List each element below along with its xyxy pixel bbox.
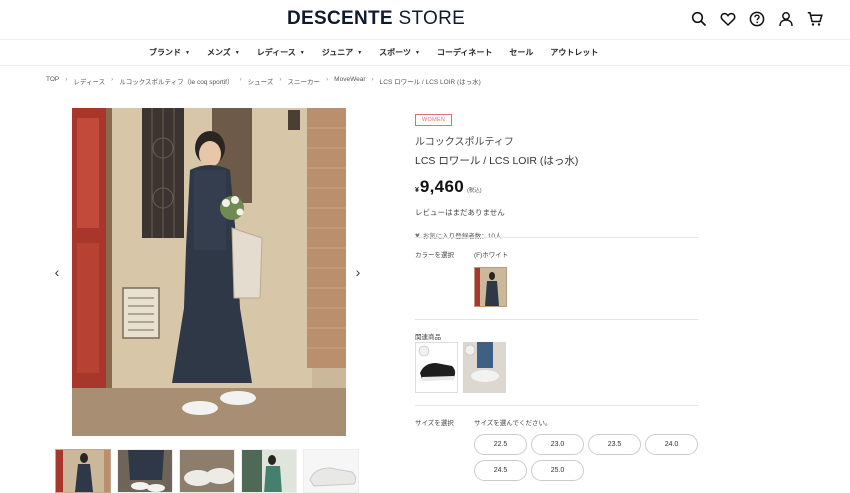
review-status: レビューはまだありません bbox=[415, 208, 505, 217]
breadcrumb-separator: › bbox=[326, 76, 329, 83]
help-icon[interactable] bbox=[748, 10, 766, 28]
thumbnail[interactable] bbox=[179, 449, 235, 493]
nav-item-junior[interactable]: ジュニア ▼ bbox=[322, 47, 362, 58]
thumbnail[interactable] bbox=[55, 449, 111, 493]
heart-icon[interactable] bbox=[719, 10, 737, 28]
favorites-text: お気に入り登録者数：10人 bbox=[423, 230, 502, 240]
size-prompt: サイズを選んでください。 bbox=[474, 420, 552, 427]
product-price: 9,460 bbox=[419, 177, 464, 196]
nav-item-sale[interactable]: セール bbox=[509, 47, 533, 58]
nav-item-label: スポーツ bbox=[379, 48, 411, 57]
breadcrumb-item[interactable]: レディース bbox=[73, 76, 105, 86]
gender-badge: WOMEN bbox=[415, 114, 453, 126]
size-option[interactable]: 22.5 bbox=[474, 434, 527, 455]
gallery-next-button[interactable]: › bbox=[352, 264, 364, 280]
nav-item-outlet[interactable]: アウトレット bbox=[550, 47, 598, 58]
nav-item-label: コーディネート bbox=[436, 48, 493, 57]
chevron-down-icon: ▼ bbox=[299, 50, 305, 56]
logo-brand: DESCENTE bbox=[287, 8, 393, 29]
selected-color: (F)ホワイト bbox=[474, 252, 509, 259]
thumbnail[interactable] bbox=[117, 449, 173, 493]
nav-item-coordinate[interactable]: コーディネート bbox=[437, 47, 492, 58]
logo-store: STORE bbox=[398, 8, 466, 29]
chevron-down-icon: ▼ bbox=[234, 50, 240, 56]
related-label: 関連商品 bbox=[415, 334, 441, 341]
size-option[interactable]: 24.0 bbox=[645, 434, 698, 455]
nav-item-label: ジュニア bbox=[321, 48, 354, 57]
chevron-down-icon: ▼ bbox=[415, 50, 420, 56]
product-brand[interactable]: ルコックスポルティフ bbox=[415, 133, 815, 148]
price-row: ¥ 9,460 (税込) bbox=[415, 177, 815, 197]
size-label: サイズを選択 bbox=[415, 420, 454, 427]
breadcrumb-item[interactable]: MoveWear bbox=[334, 76, 365, 86]
size-option[interactable]: 23.0 bbox=[531, 434, 584, 455]
divider bbox=[415, 319, 699, 320]
cart-icon[interactable] bbox=[806, 10, 824, 28]
breadcrumb-separator: › bbox=[111, 76, 114, 83]
nav-item-label: レディース bbox=[256, 48, 296, 57]
thumbnail[interactable] bbox=[303, 449, 359, 493]
size-options: 22.5 23.0 23.5 24.0 24.5 25.0 bbox=[474, 434, 698, 481]
nav-item-label: アウトレット bbox=[550, 48, 599, 57]
heart-icon: ♥ bbox=[415, 230, 420, 240]
site-header: DESCENTE STORE bbox=[0, 0, 850, 40]
size-option[interactable]: 25.0 bbox=[531, 460, 584, 481]
nav-item-label: ブランド bbox=[149, 48, 181, 57]
breadcrumb-item[interactable]: シューズ bbox=[248, 76, 274, 86]
header-icons bbox=[690, 10, 824, 28]
divider bbox=[415, 237, 699, 238]
divider bbox=[415, 405, 699, 406]
nav-item-label: メンズ bbox=[206, 48, 231, 57]
user-icon[interactable] bbox=[777, 10, 795, 28]
nav-item-label: セール bbox=[509, 48, 534, 57]
breadcrumb-separator: › bbox=[371, 76, 374, 83]
breadcrumb-item[interactable]: ルコックスポルティフ（le coq sportif） bbox=[119, 76, 233, 86]
color-label: カラーを選択 bbox=[415, 252, 454, 259]
product-name: LCS ロワール / LCS LOIR (はっ水) bbox=[415, 155, 579, 167]
currency-symbol: ¥ bbox=[415, 187, 419, 194]
thumbnail[interactable] bbox=[241, 449, 297, 493]
search-icon[interactable] bbox=[690, 10, 708, 28]
breadcrumb-item[interactable]: スニーカー bbox=[288, 76, 321, 86]
nav-item-mens[interactable]: メンズ ▼ bbox=[207, 47, 240, 58]
size-option[interactable]: 23.5 bbox=[588, 434, 641, 455]
product-info: WOMEN ルコックスポルティフ LCS ロワール / LCS LOIR (はっ… bbox=[415, 108, 815, 481]
related-product[interactable] bbox=[415, 342, 458, 393]
related-product[interactable] bbox=[463, 342, 506, 393]
favorites-count: ♥ お気に入り登録者数：10人 bbox=[415, 230, 815, 241]
product-main-image[interactable] bbox=[72, 108, 346, 436]
chevron-down-icon: ▼ bbox=[185, 50, 190, 56]
breadcrumb-separator: › bbox=[65, 76, 68, 83]
thumbnail-strip bbox=[55, 449, 359, 493]
breadcrumb-item[interactable]: TOP bbox=[46, 76, 59, 86]
nav-item-ladies[interactable]: レディース ▼ bbox=[257, 47, 305, 58]
chevron-down-icon: ▼ bbox=[357, 50, 363, 56]
gallery-prev-button[interactable]: ‹ bbox=[51, 264, 63, 280]
breadcrumb-item-current: LCS ロワール / LCS LOIR (はっ水) bbox=[379, 79, 481, 86]
nav-item-sports[interactable]: スポーツ ▼ bbox=[379, 47, 420, 58]
breadcrumb-separator: › bbox=[279, 76, 282, 83]
tax-note: (税込) bbox=[466, 188, 482, 194]
nav-item-brand[interactable]: ブランド ▼ bbox=[149, 47, 190, 58]
breadcrumb-separator: › bbox=[239, 76, 242, 83]
size-option[interactable]: 24.5 bbox=[474, 460, 527, 481]
site-logo[interactable]: DESCENTE STORE bbox=[287, 8, 465, 30]
global-nav: ブランド ▼ メンズ ▼ レディース ▼ ジュニア ▼ スポーツ ▼ コーディネート セー… bbox=[0, 40, 850, 66]
color-swatch[interactable] bbox=[474, 267, 507, 307]
breadcrumb: TOP › レディース › ルコックスポルティフ（le coq sportif） › … bbox=[46, 76, 481, 86]
